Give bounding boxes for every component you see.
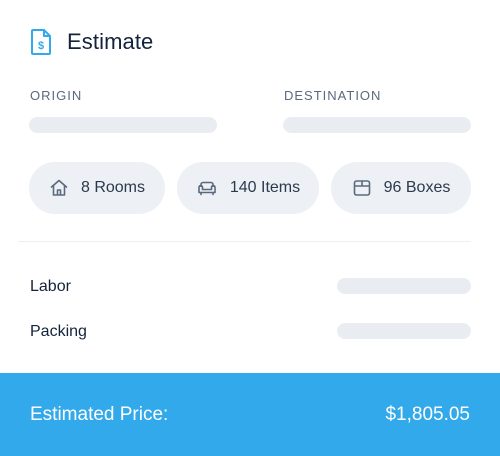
items-count: 140 Items: [229, 179, 301, 196]
destination-label: DESTINATION: [284, 88, 382, 103]
destination-value-placeholder: [283, 117, 471, 133]
packing-label: Packing: [30, 323, 87, 340]
estimated-price-bar: Estimated Price: $1,805.05: [0, 373, 500, 456]
boxes-chip: 96 Boxes: [331, 162, 471, 214]
items-chip: 140 Items: [177, 162, 319, 214]
rooms-count: 8 Rooms: [80, 179, 146, 196]
estimate-card: $ Estimate ORIGIN DESTINATION 8 Rooms 14…: [0, 0, 500, 456]
house-icon: [50, 179, 68, 196]
estimated-price-value: $1,805.05: [385, 403, 470, 425]
svg-text:$: $: [38, 40, 44, 52]
invoice-dollar-icon: $: [30, 28, 52, 56]
origin-value-placeholder: [29, 117, 217, 133]
section-divider: [18, 241, 471, 242]
boxes-count: 96 Boxes: [383, 179, 451, 196]
packing-value-placeholder: [337, 323, 471, 339]
box-icon: [353, 180, 370, 196]
card-header: $ Estimate: [30, 28, 153, 56]
sofa-icon: [198, 181, 216, 196]
origin-label: ORIGIN: [30, 88, 83, 103]
estimated-price-label: Estimated Price:: [30, 403, 169, 425]
labor-value-placeholder: [337, 278, 471, 294]
page-title: Estimate: [67, 29, 154, 54]
labor-label: Labor: [30, 278, 71, 295]
rooms-chip: 8 Rooms: [29, 162, 165, 214]
